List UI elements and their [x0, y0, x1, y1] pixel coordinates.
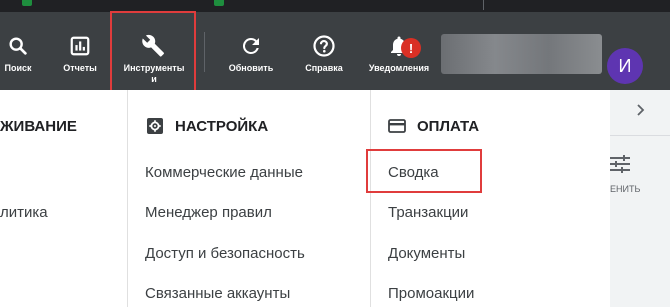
account-info-blurred [441, 34, 602, 74]
filter-icon[interactable] [610, 152, 634, 176]
menu-item-rules-manager[interactable]: Менеджер правил [145, 204, 272, 221]
menu-column-maintenance: ЖИВАНИЕ литика [0, 90, 127, 307]
toolbar-divider [204, 32, 205, 72]
column-header-billing: ОПЛАТА [388, 116, 479, 136]
expand-button[interactable] [610, 90, 670, 136]
tab-indicator [214, 0, 224, 6]
column-header-label: ОПЛАТА [417, 117, 480, 135]
browser-top-strip [0, 0, 670, 12]
header-toolbar: Поиск Отчеты Инструменты и Обновить Спра… [0, 12, 670, 90]
tools-highlight-box [110, 11, 196, 97]
help-icon [312, 34, 336, 58]
search-icon [6, 34, 30, 58]
refresh-label: Обновить [228, 63, 274, 73]
menu-column-setup: НАСТРОЙКА Коммерческие данные Менеджер п… [127, 90, 371, 307]
search-button[interactable]: Поиск [2, 12, 34, 90]
gear-icon [146, 117, 164, 135]
menu-item-documents[interactable]: Документы [388, 245, 465, 262]
tools-dropdown-menu: ЖИВАНИЕ литика НАСТРОЙКА Коммерческие да… [0, 90, 610, 307]
reports-button[interactable]: Отчеты [60, 12, 100, 90]
column-header: ЖИВАНИЕ [0, 117, 77, 135]
menu-item-transactions[interactable]: Транзакции [388, 204, 468, 221]
column-header-label: НАСТРОЙКА [175, 117, 269, 135]
notifications-button[interactable]: Уведомления [366, 12, 432, 90]
credit-card-icon [388, 117, 406, 135]
menu-item-analytics[interactable]: литика [0, 204, 48, 221]
help-label: Справка [305, 63, 343, 73]
tab-indicator [22, 0, 32, 6]
notifications-label: Уведомления [368, 63, 430, 73]
right-side-panel: ЕНИТЬ [610, 90, 670, 307]
menu-item-business-data[interactable]: Коммерческие данные [145, 164, 303, 181]
menu-item-promotions[interactable]: Промоакции [388, 285, 474, 302]
chevron-right-icon [633, 103, 647, 122]
menu-item-access-security[interactable]: Доступ и безопасность [145, 245, 305, 262]
avatar[interactable]: И [607, 48, 643, 84]
refresh-icon [239, 34, 263, 58]
filter-label: ЕНИТЬ [610, 184, 641, 194]
menu-column-billing: ОПЛАТА Сводка Транзакции Документы Промо… [370, 90, 610, 307]
divider [483, 0, 484, 10]
notification-badge: ! [401, 38, 421, 58]
help-button[interactable]: Справка [302, 12, 346, 90]
column-header-setup: НАСТРОЙКА [146, 116, 268, 136]
refresh-button[interactable]: Обновить [226, 12, 276, 90]
search-label: Поиск [4, 63, 32, 73]
reports-label: Отчеты [63, 63, 97, 73]
bar-chart-icon [68, 34, 92, 58]
summary-highlight-box [366, 149, 482, 193]
menu-item-linked-accounts[interactable]: Связанные аккаунты [145, 285, 290, 302]
